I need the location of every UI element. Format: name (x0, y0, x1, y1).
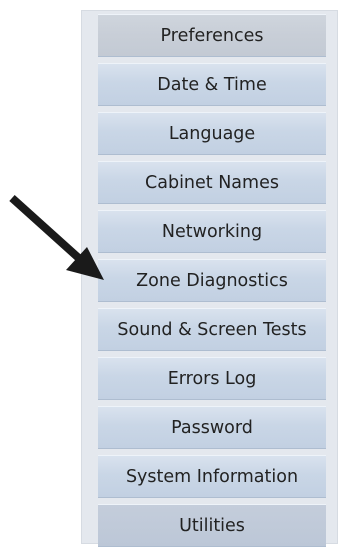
arrow-pointer-icon (9, 195, 104, 280)
settings-menu: Preferences Date & Time Language Cabinet… (98, 14, 326, 547)
menu-item-system-information[interactable]: System Information (98, 455, 326, 498)
menu-item-sound-screen-tests[interactable]: Sound & Screen Tests (98, 308, 326, 351)
menu-item-date-time[interactable]: Date & Time (98, 63, 326, 106)
menu-item-cabinet-names[interactable]: Cabinet Names (98, 161, 326, 204)
menu-item-zone-diagnostics[interactable]: Zone Diagnostics (98, 259, 326, 302)
menu-item-utilities[interactable]: Utilities (98, 504, 326, 547)
menu-item-language[interactable]: Language (98, 112, 326, 155)
menu-item-password[interactable]: Password (98, 406, 326, 449)
menu-item-errors-log[interactable]: Errors Log (98, 357, 326, 400)
menu-item-preferences[interactable]: Preferences (98, 14, 326, 57)
screenshot-stage: Preferences Date & Time Language Cabinet… (0, 0, 346, 550)
menu-item-networking[interactable]: Networking (98, 210, 326, 253)
